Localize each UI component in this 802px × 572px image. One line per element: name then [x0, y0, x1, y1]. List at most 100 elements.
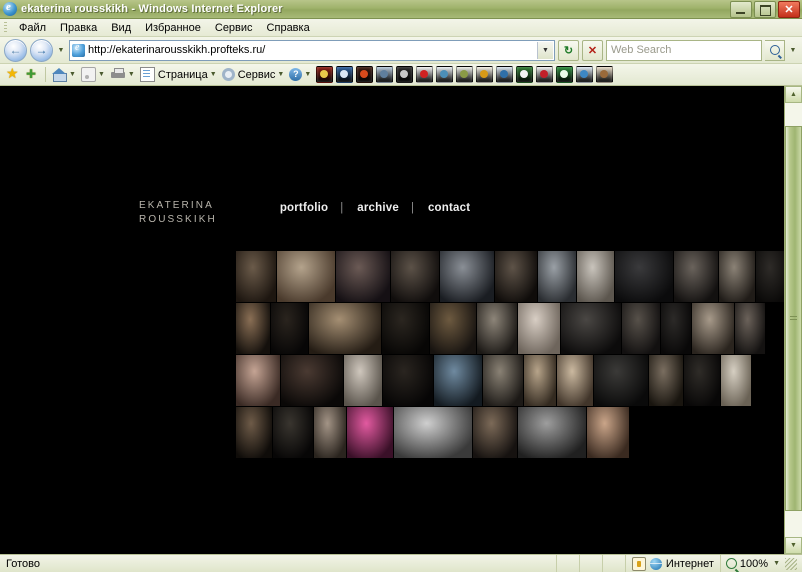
url-dropdown-icon[interactable]: ▼ [537, 42, 553, 59]
add-to-favorites-button[interactable] [23, 67, 41, 83]
gallery-thumbnail[interactable] [721, 355, 751, 406]
gallery-thumbnail[interactable] [236, 251, 276, 302]
gallery-thumbnail[interactable] [495, 251, 537, 302]
gallery-thumbnail[interactable] [719, 251, 755, 302]
gallery-thumbnail[interactable] [430, 303, 476, 354]
favorites-center-button[interactable] [4, 67, 22, 83]
link-icon-5[interactable] [396, 66, 413, 83]
home-button[interactable]: ▼ [50, 67, 78, 82]
forward-button[interactable]: → [30, 39, 53, 62]
gallery-thumbnail[interactable] [649, 355, 683, 406]
link-icon-15[interactable] [596, 66, 613, 83]
gallery-thumbnail[interactable] [557, 355, 593, 406]
link-icon-12[interactable] [536, 66, 553, 83]
link-icon-4[interactable] [376, 66, 393, 83]
gallery-thumbnail[interactable] [577, 251, 614, 302]
gallery-thumbnail[interactable] [383, 355, 433, 406]
search-go-button[interactable] [765, 40, 785, 61]
gallery-thumbnail[interactable] [344, 355, 382, 406]
gallery-thumbnail[interactable] [518, 407, 586, 458]
gallery-thumbnail[interactable] [477, 303, 517, 354]
stop-button[interactable]: ✕ [582, 40, 603, 61]
search-input[interactable] [609, 43, 759, 57]
gallery-thumbnail[interactable] [271, 303, 308, 354]
link-icon-8[interactable] [456, 66, 473, 83]
link-icon-14[interactable] [576, 66, 593, 83]
resize-grip-icon[interactable] [785, 558, 797, 570]
gallery-thumbnail[interactable] [561, 303, 621, 354]
gallery-thumbnail[interactable] [391, 251, 439, 302]
gallery-thumbnail[interactable] [236, 303, 270, 354]
zoom-control[interactable]: 100% ▼ [721, 555, 802, 572]
feeds-button[interactable]: ▼ [79, 66, 107, 83]
url-field[interactable]: http://ekaterinarousskikh.profteks.ru/ ▼ [69, 40, 555, 61]
gallery-thumbnail[interactable] [594, 355, 648, 406]
nav-contact[interactable]: contact [422, 202, 476, 214]
search-box[interactable] [606, 40, 762, 61]
gallery-thumbnail[interactable] [661, 303, 691, 354]
link-icon-2[interactable] [336, 66, 353, 83]
history-dropdown-button[interactable]: ▼ [56, 47, 66, 54]
gallery-thumbnail[interactable] [314, 407, 346, 458]
close-button[interactable]: ✕ [778, 1, 800, 18]
restore-button[interactable] [754, 1, 776, 18]
menu-view[interactable]: Вид [104, 21, 138, 35]
menu-help[interactable]: Справка [260, 21, 317, 35]
gallery-thumbnail[interactable] [336, 251, 390, 302]
menu-tools[interactable]: Сервис [208, 21, 260, 35]
gallery-thumbnail[interactable] [735, 303, 765, 354]
gallery-thumbnail[interactable] [518, 303, 560, 354]
scroll-thumb[interactable] [785, 126, 802, 511]
gallery-thumbnail[interactable] [309, 303, 381, 354]
tools-menu-button[interactable]: Сервис▼ [220, 67, 287, 82]
gallery-thumbnail[interactable] [473, 407, 517, 458]
help-menu-button[interactable]: ?▼ [287, 67, 313, 82]
gallery-thumbnail[interactable] [622, 303, 660, 354]
print-button[interactable]: ▼ [108, 67, 137, 82]
nav-portfolio[interactable]: portfolio [274, 202, 334, 214]
scroll-up-button[interactable]: ▲ [785, 86, 802, 103]
gallery-thumbnail[interactable] [394, 407, 472, 458]
gallery-thumbnail[interactable] [538, 251, 576, 302]
gallery-thumbnail[interactable] [236, 407, 272, 458]
gallery-thumbnail[interactable] [382, 303, 429, 354]
search-provider-dropdown[interactable]: ▼ [788, 47, 798, 54]
menu-grip-icon[interactable] [4, 22, 7, 34]
link-icon-1[interactable] [316, 66, 333, 83]
gallery-thumbnail[interactable] [347, 407, 393, 458]
link-icon-6[interactable] [416, 66, 433, 83]
gallery-thumbnail[interactable] [277, 251, 335, 302]
gallery-thumbnail[interactable] [236, 355, 280, 406]
gallery-thumbnail[interactable] [615, 251, 673, 302]
nav-archive[interactable]: archive [351, 202, 405, 214]
link-icon-13[interactable] [556, 66, 573, 83]
refresh-button[interactable]: ↻ [558, 40, 579, 61]
vertical-scrollbar[interactable]: ▲ ▼ [784, 86, 802, 554]
scroll-down-button[interactable]: ▼ [785, 537, 802, 554]
link-icon-7[interactable] [436, 66, 453, 83]
gallery-thumbnail[interactable] [273, 407, 313, 458]
menu-file[interactable]: Файл [12, 21, 53, 35]
gallery-thumbnail[interactable] [684, 355, 720, 406]
gallery-thumbnail[interactable] [281, 355, 343, 406]
gallery-thumbnail[interactable] [692, 303, 734, 354]
gallery-thumbnail[interactable] [440, 251, 494, 302]
link-icon-11[interactable] [516, 66, 533, 83]
gallery-thumbnail[interactable] [524, 355, 556, 406]
link-icon-10[interactable] [496, 66, 513, 83]
gallery-thumbnail[interactable] [587, 407, 629, 458]
page-menu-button[interactable]: Страница▼ [138, 66, 219, 83]
site-logo[interactable]: EKATERINAROUSSKIKH [139, 199, 217, 227]
link-icon-9[interactable] [476, 66, 493, 83]
menu-favorites[interactable]: Избранное [138, 21, 208, 35]
gallery-thumbnail[interactable] [756, 251, 784, 302]
gallery-thumbnail[interactable] [434, 355, 482, 406]
security-zone[interactable]: Интернет [626, 555, 721, 572]
back-button[interactable]: ← [4, 39, 27, 62]
scroll-track[interactable] [785, 103, 802, 537]
menu-edit[interactable]: Правка [53, 21, 104, 35]
gallery-thumbnail[interactable] [674, 251, 718, 302]
minimize-button[interactable] [730, 1, 752, 18]
gallery-thumbnail[interactable] [483, 355, 523, 406]
link-icon-3[interactable] [356, 66, 373, 83]
